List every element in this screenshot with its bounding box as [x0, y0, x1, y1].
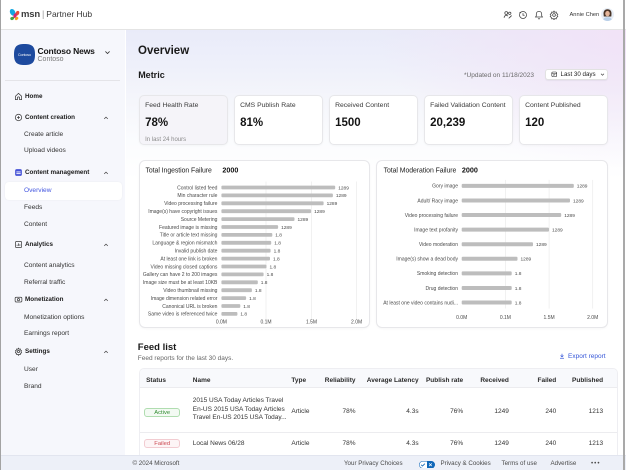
svg-text:1.8: 1.8 — [240, 311, 247, 317]
svg-text:Featured image is missing: Featured image is missing — [159, 224, 218, 230]
svg-text:Video moderation: Video moderation — [419, 242, 458, 248]
svg-text:1289: 1289 — [335, 193, 346, 199]
svg-text:2.0M: 2.0M — [587, 315, 598, 321]
svg-text:1.5M: 1.5M — [544, 315, 555, 321]
svg-text:Total Moderation Failure: Total Moderation Failure — [384, 167, 457, 174]
svg-text:Video missing closed captions: Video missing closed captions — [150, 264, 217, 270]
svg-text:Video thumbnail missing: Video thumbnail missing — [163, 288, 217, 294]
svg-text:Language & region mismatch: Language & region mismatch — [152, 240, 217, 246]
svg-text:1.5M: 1.5M — [306, 319, 317, 325]
svg-text:Canonical URL is broken: Canonical URL is broken — [162, 303, 217, 309]
svg-text:At least one video contains nu: At least one video contains nudi... — [384, 300, 459, 306]
svg-text:1289: 1289 — [297, 216, 308, 222]
svg-text:2.0M: 2.0M — [351, 319, 362, 325]
svg-text:1.8: 1.8 — [266, 272, 273, 278]
svg-text:0.1M: 0.1M — [260, 319, 271, 325]
svg-text:1289: 1289 — [281, 224, 292, 230]
svg-text:Image text profanity: Image text profanity — [414, 227, 458, 233]
svg-text:1.8: 1.8 — [515, 285, 522, 291]
svg-text:1289: 1289 — [338, 185, 349, 191]
svg-text:1289: 1289 — [564, 212, 575, 218]
svg-text:0.0M: 0.0M — [456, 315, 467, 321]
svg-text:Invalid publish date: Invalid publish date — [174, 248, 217, 254]
svg-text:1289: 1289 — [573, 198, 584, 204]
svg-text:At least one link is broken: At least one link is broken — [160, 256, 217, 262]
svg-text:Gallery can have 2 to 200 imag: Gallery can have 2 to 200 images — [142, 272, 217, 278]
svg-text:Min character rule: Min character rule — [177, 193, 217, 199]
svg-text:1.8: 1.8 — [273, 256, 280, 262]
svg-text:1.8: 1.8 — [273, 248, 280, 254]
svg-text:2000: 2000 — [222, 165, 238, 174]
svg-text:0.1M: 0.1M — [500, 315, 511, 321]
svg-text:1289: 1289 — [521, 256, 532, 262]
svg-text:1289: 1289 — [536, 242, 547, 248]
svg-text:1289: 1289 — [552, 227, 563, 233]
svg-text:0.0M: 0.0M — [215, 319, 226, 325]
svg-text:1.8: 1.8 — [249, 295, 256, 301]
svg-text:Drug detection: Drug detection — [426, 285, 459, 291]
svg-text:1.8: 1.8 — [515, 271, 522, 277]
svg-text:1.8: 1.8 — [515, 300, 522, 306]
svg-text:Image(s) show a dead body: Image(s) show a dead body — [397, 256, 459, 262]
svg-text:Adult/ Racy image: Adult/ Racy image — [418, 198, 459, 204]
svg-text:Video processing failure: Video processing failure — [164, 201, 217, 207]
svg-text:1.8: 1.8 — [254, 288, 261, 294]
svg-text:1.8: 1.8 — [275, 232, 282, 238]
svg-text:Image(s) have copyright issues: Image(s) have copyright issues — [148, 209, 218, 215]
svg-text:1289: 1289 — [314, 209, 325, 215]
svg-text:1.8: 1.8 — [260, 280, 267, 286]
svg-text:1.8: 1.8 — [274, 240, 281, 246]
svg-text:1289: 1289 — [326, 201, 337, 207]
svg-text:Total Ingestion Failure: Total Ingestion Failure — [145, 167, 211, 174]
svg-text:Control listed feed: Control listed feed — [177, 185, 218, 191]
svg-text:Source Metering: Source Metering — [180, 216, 217, 222]
svg-text:1.8: 1.8 — [269, 264, 276, 270]
svg-text:Video processing failure: Video processing failure — [405, 212, 458, 218]
svg-text:Contoso: Contoso — [17, 53, 30, 57]
svg-text:Image size must be at least 10: Image size must be at least 10KB — [143, 280, 218, 286]
svg-text:2000: 2000 — [462, 165, 478, 174]
svg-text:1.8: 1.8 — [243, 303, 250, 309]
svg-text:Smoking detection: Smoking detection — [417, 271, 458, 277]
svg-text:Gory image: Gory image — [432, 183, 458, 189]
svg-text:1289: 1289 — [577, 183, 588, 189]
svg-text:Same video is referenced twice: Same video is referenced twice — [148, 311, 218, 317]
svg-text:Image dimension related error: Image dimension related error — [150, 295, 217, 301]
svg-text:Title or article text missing: Title or article text missing — [159, 232, 217, 238]
